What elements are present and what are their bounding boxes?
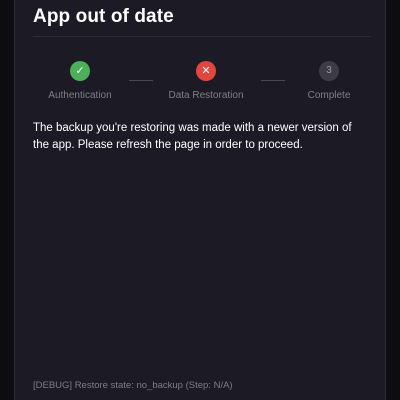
- step-label-data-restoration: Data Restoration: [168, 90, 244, 101]
- title-divider: [33, 36, 371, 37]
- error-message: The backup you're restoring was made wit…: [33, 122, 352, 152]
- restore-dialog: App out of date ✓ Authentication ✕ Data …: [14, 0, 386, 400]
- step-authentication: ✓ Authentication: [20, 61, 140, 101]
- step-complete: 3 Complete: [269, 61, 389, 101]
- check-icon: ✓: [70, 61, 90, 81]
- step-data-restoration: ✕ Data Restoration: [146, 61, 266, 101]
- step-label-authentication: Authentication: [48, 90, 112, 101]
- debug-status: [DEBUG] Restore state: no_backup (Step: …: [33, 380, 233, 391]
- step-number-icon: 3: [319, 61, 339, 81]
- x-icon: ✕: [196, 61, 216, 81]
- dialog-title: App out of date: [33, 6, 174, 27]
- step-label-complete: Complete: [307, 90, 351, 101]
